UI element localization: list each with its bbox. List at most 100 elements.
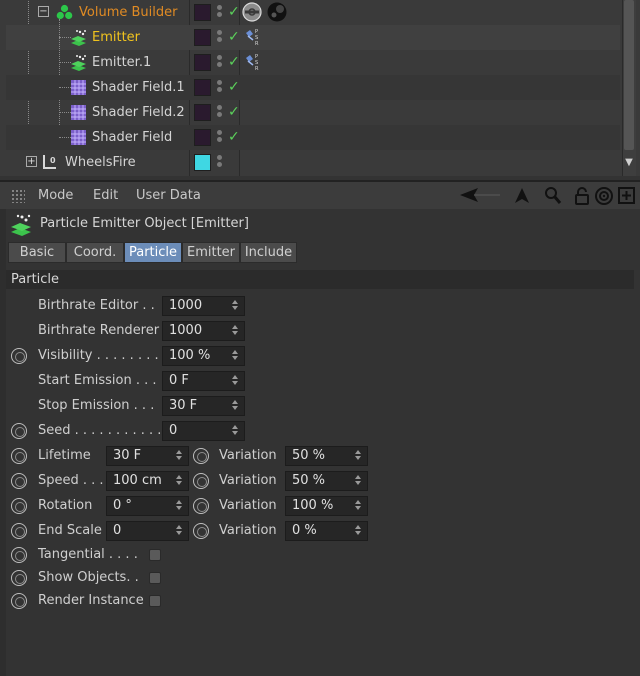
visibility-dots[interactable] [216, 29, 224, 46]
enabled-check-icon[interactable]: ✓ [228, 25, 240, 50]
spinner-arrows-icon[interactable] [355, 449, 363, 463]
tree-scrollbar-thumb[interactable] [624, 0, 634, 150]
particle-tag-icon[interactable]: P S R [244, 52, 264, 72]
enabled-check-icon[interactable]: ✓ [228, 100, 240, 125]
menu-user-data[interactable]: User Data [136, 182, 201, 209]
param-row-seed: Seed . . . . . . . . . . . 0 [0, 419, 640, 443]
visibility-field[interactable]: 100 % [162, 346, 245, 366]
layer-color-swatch[interactable] [194, 79, 211, 96]
keyframe-toggle-icon[interactable] [193, 448, 209, 464]
spinner-arrows-icon[interactable] [176, 524, 184, 538]
visibility-dots[interactable] [216, 4, 224, 21]
keyframe-toggle-icon[interactable] [11, 570, 27, 586]
volume-tag-icon[interactable] [242, 2, 262, 22]
tangential-checkbox[interactable] [149, 549, 161, 561]
collapse-toggle[interactable]: − [38, 6, 49, 17]
tab-basic[interactable]: Basic [8, 242, 66, 263]
lock-icon[interactable] [572, 186, 592, 206]
lifetime-field[interactable]: 30 F [106, 446, 189, 466]
keyframe-toggle-icon[interactable] [193, 498, 209, 514]
keyframe-toggle-icon[interactable] [193, 523, 209, 539]
menu-mode[interactable]: Mode [38, 182, 73, 209]
visibility-dots[interactable] [216, 129, 224, 146]
enabled-check-icon[interactable]: ✓ [228, 0, 240, 25]
tree-item-label: Emitter [92, 30, 141, 45]
rotation-field[interactable]: 0 ° [106, 496, 189, 516]
expand-toggle[interactable]: + [26, 156, 37, 167]
end-scale-variation-field[interactable]: 0 % [285, 521, 368, 541]
material-tag-icon[interactable] [267, 2, 287, 22]
tab-emitter[interactable]: Emitter [182, 242, 240, 263]
target-icon[interactable] [594, 186, 614, 206]
layer-color-swatch[interactable] [194, 154, 211, 171]
tab-include[interactable]: Include [240, 242, 297, 263]
spinner-arrows-icon[interactable] [176, 499, 184, 513]
visibility-dots[interactable] [216, 54, 224, 71]
layer-color-swatch[interactable] [194, 129, 211, 146]
tree-row-shader-field-1[interactable]: Shader Field.1 ✓ [6, 75, 620, 100]
panel-grip-icon[interactable] [11, 189, 25, 203]
spinner-arrows-icon[interactable] [176, 474, 184, 488]
layer-color-swatch[interactable] [194, 29, 211, 46]
spinner-arrows-icon[interactable] [355, 474, 363, 488]
keyframe-toggle-icon[interactable] [11, 523, 27, 539]
render-instance-checkbox[interactable] [149, 595, 161, 607]
layer-color-swatch[interactable] [194, 54, 211, 71]
tab-particle[interactable]: Particle [124, 242, 182, 263]
up-arrow-icon[interactable] [512, 186, 532, 206]
end-scale-field[interactable]: 0 [106, 521, 189, 541]
svg-text:R: R [255, 41, 259, 47]
layer-color-swatch[interactable] [194, 104, 211, 121]
lifetime-variation-field[interactable]: 50 % [285, 446, 368, 466]
keyframe-toggle-icon[interactable] [11, 498, 27, 514]
field-value: 0 % [292, 523, 317, 538]
tree-row-volume-builder[interactable]: − Volume Builder ✓ [6, 0, 620, 150]
particle-tag-icon[interactable]: P S R [244, 27, 264, 47]
spinner-arrows-icon[interactable] [232, 424, 240, 438]
spinner-arrows-icon[interactable] [232, 324, 240, 338]
back-arrow-icon[interactable] [458, 186, 502, 206]
spinner-arrows-icon[interactable] [232, 299, 240, 313]
search-icon[interactable] [543, 186, 563, 206]
tree-row-shader-field-2[interactable]: Shader Field.2 ✓ [6, 100, 620, 125]
keyframe-toggle-icon[interactable] [11, 348, 27, 364]
scroll-down-arrow-icon[interactable]: ▼ [624, 157, 634, 169]
visibility-dots[interactable] [216, 79, 224, 96]
tree-row-emitter[interactable]: Emitter ✓ P S R [6, 19, 620, 137]
layer-color-swatch[interactable] [194, 4, 211, 21]
spinner-arrows-icon[interactable] [355, 499, 363, 513]
enabled-check-icon[interactable]: ✓ [228, 50, 240, 75]
menu-edit[interactable]: Edit [93, 182, 118, 209]
field-value: 1000 [169, 298, 203, 313]
enabled-check-icon[interactable]: ✓ [228, 75, 240, 100]
tree-row-shader-field[interactable]: Shader Field ✓ [6, 125, 620, 150]
stop-emission-field[interactable]: 30 F [162, 396, 245, 416]
start-emission-field[interactable]: 0 F [162, 371, 245, 391]
tree-row-wheelsfire[interactable]: + 0 WheelsFire [6, 150, 620, 175]
visibility-dots[interactable] [216, 104, 224, 121]
keyframe-toggle-icon[interactable] [11, 448, 27, 464]
spinner-arrows-icon[interactable] [232, 374, 240, 388]
birthrate-editor-field[interactable]: 1000 [162, 296, 245, 316]
visibility-dots[interactable] [216, 154, 224, 171]
spinner-arrows-icon[interactable] [355, 524, 363, 538]
spinner-arrows-icon[interactable] [232, 399, 240, 413]
keyframe-toggle-icon[interactable] [11, 423, 27, 439]
rotation-variation-field[interactable]: 100 % [285, 496, 368, 516]
birthrate-renderer-field[interactable]: 1000 [162, 321, 245, 341]
tab-coord[interactable]: Coord. [66, 242, 124, 263]
new-panel-icon[interactable] [617, 186, 637, 206]
keyframe-toggle-icon[interactable] [193, 473, 209, 489]
tree-row-emitter-1[interactable]: Emitter.1 ✓ P S R [6, 50, 620, 75]
spinner-arrows-icon[interactable] [176, 449, 184, 463]
keyframe-toggle-icon[interactable] [11, 593, 27, 609]
seed-field[interactable]: 0 [162, 421, 245, 441]
speed-variation-field[interactable]: 50 % [285, 471, 368, 491]
keyframe-toggle-icon[interactable] [11, 547, 27, 563]
show-objects-checkbox[interactable] [149, 572, 161, 584]
keyframe-toggle-icon[interactable] [11, 473, 27, 489]
spinner-arrows-icon[interactable] [232, 349, 240, 363]
param-row-rotation: Rotation 0 ° Variation 100 % [0, 494, 640, 518]
speed-field[interactable]: 100 cm [106, 471, 189, 491]
enabled-check-icon[interactable]: ✓ [228, 125, 240, 150]
